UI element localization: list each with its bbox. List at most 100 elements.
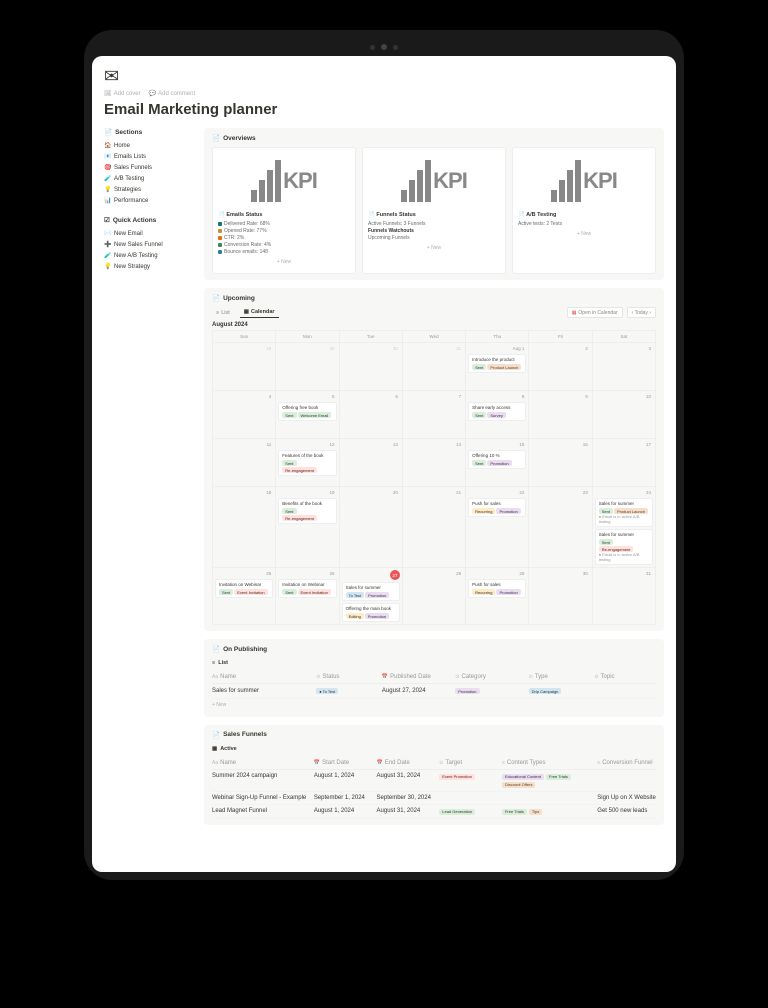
calendar-cell[interactable]: 26Invitation on WebinarSentEvent Invitat… [276, 568, 339, 625]
kpi-card[interactable]: KPI📄 A/B TestingActive tests: 2 Tests+ N… [512, 147, 656, 274]
open-in-calendar-button[interactable]: ▦ Open in Calendar [567, 307, 623, 318]
calendar-cell[interactable]: 17 [593, 439, 656, 487]
table-header-cell[interactable]: ⊙ Category [455, 674, 524, 680]
kpi-new-button[interactable]: + New [218, 256, 350, 268]
calendar-cell[interactable]: 28 [403, 568, 466, 625]
table-row[interactable]: Sales for summer● To TestAugust 27, 2024… [212, 684, 656, 699]
calendar-cell[interactable]: 21 [403, 487, 466, 568]
calendar-cell[interactable]: 31 [593, 568, 656, 625]
calendar-event[interactable]: Sales for summerSentRe-engagement● Email… [595, 529, 653, 565]
quick-action-item[interactable]: ✉️New Email [104, 228, 194, 239]
calendar-cell[interactable]: 13 [340, 439, 403, 487]
calendar-event[interactable]: Introduce the productSentProduct Launch [468, 354, 526, 373]
calendar-day-header: Mon [276, 331, 339, 343]
funnels-tab-active[interactable]: ▦ Active [212, 744, 656, 754]
calendar-cell[interactable]: 22Push for salesRecurringPromotion [466, 487, 529, 568]
calendar-day-header: Fri [529, 331, 592, 343]
sidebar-item[interactable]: 🎯Sales Funnels [104, 162, 194, 173]
table-header-cell[interactable]: ≡ Conversion Funnel [597, 760, 656, 766]
calendar-event[interactable]: Sales for summerSentProduct Launch● Emai… [595, 498, 653, 527]
calendar-cell[interactable]: 15Offering 10 %SentPromotion [466, 439, 529, 487]
calendar-event[interactable]: Benefits of the bookSentRe-engagement [278, 498, 336, 524]
sidebar-item[interactable]: 🏠Home [104, 140, 194, 151]
table-header-cell[interactable]: ⊙ Type [529, 674, 591, 680]
calendar-cell[interactable]: 30 [340, 343, 403, 391]
calendar-day-header: Sat [593, 331, 656, 343]
calendar-cell[interactable]: 11 [213, 439, 276, 487]
month-label: August 2024 [212, 322, 656, 328]
calendar-event[interactable]: Invitation on WebinarSentEvent Invitatio… [215, 579, 273, 598]
sidebar-item[interactable]: 🧪A/B Testing [104, 173, 194, 184]
calendar-cell[interactable]: 3 [593, 343, 656, 391]
page-icon-envelope: ✉ [104, 66, 664, 87]
calendar-cell[interactable]: 30 [529, 568, 592, 625]
calendar-cell[interactable]: 19Benefits of the bookSentRe-engagement [276, 487, 339, 568]
table-header-cell[interactable]: ⊙ Status [316, 674, 378, 680]
tab-calendar[interactable]: ▦ Calendar [240, 307, 279, 318]
calendar-cell[interactable]: 12Features of the bookSentRe-engagement [276, 439, 339, 487]
calendar-cell[interactable]: 24Sales for summerSentProduct Launch● Em… [593, 487, 656, 568]
table-row[interactable]: Webinar Sign-Up Funnel - ExampleSeptembe… [212, 792, 656, 805]
add-comment-button[interactable]: 💬 Add comment [149, 90, 196, 97]
calendar-cell[interactable]: 5Offering free bookSentWelcome Email [276, 391, 339, 439]
table-row[interactable]: Summer 2024 campaignAugust 1, 2024August… [212, 770, 656, 792]
calendar-cell[interactable]: 29 [276, 343, 339, 391]
table-header-cell[interactable]: 📅 End Date [377, 760, 436, 766]
kpi-card[interactable]: KPI📄 Funnels StatusActive Funnels: 3 Fun… [362, 147, 506, 274]
kpi-card[interactable]: KPI📄 Emails StatusDelivered Rate: 68%Ope… [212, 147, 356, 274]
calendar-event[interactable]: Sales for summerTo TestPromotion [342, 582, 400, 601]
sidebar-item[interactable]: 📧Emails Lists [104, 151, 194, 162]
calendar-event[interactable]: Push for salesRecurringPromotion [468, 579, 526, 598]
calendar-cell[interactable]: 18 [213, 487, 276, 568]
calendar-cell[interactable]: 4 [213, 391, 276, 439]
table-header-cell[interactable]: ≡ Content Types [502, 760, 593, 766]
calendar-cell[interactable]: 16 [529, 439, 592, 487]
sidebar-item[interactable]: 💡Strategies [104, 184, 194, 195]
table-row[interactable]: Lead Magnet FunnelAugust 1, 2024August 3… [212, 805, 656, 819]
kpi-new-button[interactable]: + New [368, 242, 500, 254]
calendar-event[interactable]: Offering free bookSentWelcome Email [278, 402, 336, 421]
calendar-day-header: Sun [213, 331, 276, 343]
calendar-event[interactable]: Offering 10 %SentPromotion [468, 450, 526, 469]
calendar-cell[interactable]: 8Share early accessSentSurvey [466, 391, 529, 439]
table-header-cell[interactable]: ⊙ Target [439, 760, 498, 766]
calendar-cell[interactable]: 28 [213, 343, 276, 391]
calendar-cell[interactable]: 6 [340, 391, 403, 439]
calendar-event[interactable]: Share early accessSentSurvey [468, 402, 526, 421]
sections-header: 📄 Sections [104, 128, 194, 136]
sidebar-item[interactable]: 📊Performance [104, 195, 194, 206]
table-header-cell[interactable]: 📅 Published Date [382, 674, 451, 680]
today-nav-button[interactable]: ‹ Today › [627, 307, 656, 318]
calendar-cell[interactable]: 2 [529, 343, 592, 391]
kpi-new-button[interactable]: + New [518, 228, 650, 240]
calendar-cell[interactable]: 25Invitation on WebinarSentEvent Invitat… [213, 568, 276, 625]
calendar-cell[interactable]: 9 [529, 391, 592, 439]
calendar-cell[interactable]: 27Sales for summerTo TestPromotionOfferi… [340, 568, 403, 625]
overviews-panel: 📄 Overviews KPI📄 Emails StatusDelivered … [204, 128, 664, 280]
publishing-new-button[interactable]: + New [212, 699, 656, 711]
calendar-cell[interactable]: 23 [529, 487, 592, 568]
table-header-cell[interactable]: Aa Name [212, 674, 312, 680]
calendar-cell[interactable]: 20 [340, 487, 403, 568]
add-cover-button[interactable]: 🖼 Add cover [104, 90, 141, 97]
calendar-cell[interactable]: 10 [593, 391, 656, 439]
calendar-cell[interactable]: 29Push for salesRecurringPromotion [466, 568, 529, 625]
table-header-cell[interactable]: ⊙ Topic [594, 674, 656, 680]
table-header-cell[interactable]: Aa Name [212, 760, 310, 766]
calendar-event[interactable]: Offering the main bookEditingPromotion [342, 603, 400, 622]
calendar-cell[interactable]: Aug 1Introduce the productSentProduct La… [466, 343, 529, 391]
quick-actions-header: ☑ Quick Actions [104, 216, 194, 224]
calendar-event[interactable]: Features of the bookSentRe-engagement [278, 450, 336, 476]
tab-list[interactable]: ≡ List [212, 308, 234, 318]
quick-action-item[interactable]: ➕New Sales Funnel [104, 239, 194, 250]
calendar-cell[interactable]: 7 [403, 391, 466, 439]
calendar-cell[interactable]: 14 [403, 439, 466, 487]
calendar-event[interactable]: Invitation on WebinarSentEvent Invitatio… [278, 579, 336, 598]
tablet-frame: ✉ 🖼 Add cover 💬 Add comment Email Market… [84, 30, 684, 880]
table-header-cell[interactable]: 📅 Start Date [314, 760, 373, 766]
publishing-tab-list[interactable]: ≡ List [212, 658, 656, 668]
quick-action-item[interactable]: 🧪New A/B Testing [104, 250, 194, 261]
calendar-event[interactable]: Push for salesRecurringPromotion [468, 498, 526, 517]
calendar-cell[interactable]: 31 [403, 343, 466, 391]
quick-action-item[interactable]: 💡New Strategy [104, 261, 194, 272]
